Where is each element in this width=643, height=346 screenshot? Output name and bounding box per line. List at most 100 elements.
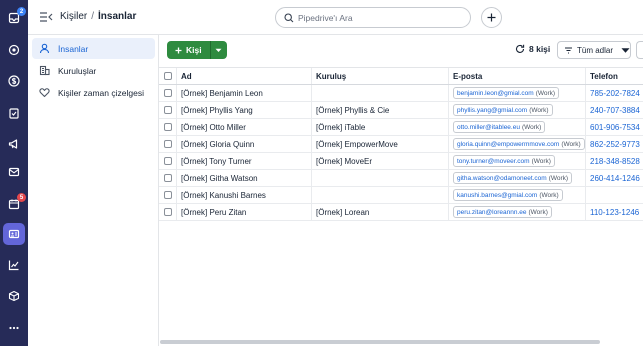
breadcrumb-parent[interactable]: Kişiler (60, 11, 87, 22)
person-name[interactable]: [Örnek] Phyllis Yang (177, 102, 312, 118)
phone-number[interactable]: 240-707-3884 (590, 106, 640, 115)
row-checkbox[interactable] (163, 174, 172, 182)
clipboard-icon (9, 108, 19, 119)
rail-mail[interactable] (0, 160, 28, 184)
organization-name[interactable] (312, 85, 449, 101)
email-type-label: (Work) (535, 89, 556, 97)
filter-lines-icon (564, 46, 572, 54)
plus-icon (175, 47, 182, 53)
email-chip[interactable]: otto.miller@itablee.eu (Work) (453, 121, 546, 133)
person-name[interactable]: [Örnek] Kanushi Barnes (177, 187, 312, 203)
organization-name[interactable]: [Örnek] Lorean (312, 204, 449, 220)
table-row[interactable]: [Örnek] Tony Turner [Örnek] MoveEr tony.tu… (159, 153, 643, 170)
email-type-label: (Work) (531, 157, 551, 165)
phone-cell: 601-906-7534 (586, 119, 643, 135)
organization-name[interactable]: [Örnek] MoveEr (312, 153, 449, 169)
quick-add-button[interactable] (481, 7, 502, 28)
megaphone-icon (8, 139, 18, 149)
people-table: Ad Kuruluş E-posta Telefon [Örnek] Benja… (159, 67, 643, 221)
rail-money[interactable] (0, 69, 28, 93)
record-count: 8 kişi (515, 44, 550, 54)
table-row[interactable]: [Örnek] Kanushi Barnes kanushi.barnes@gmi… (159, 187, 643, 204)
rail-products[interactable] (0, 284, 28, 308)
table-row[interactable]: [Örnek] Phyllis Yang [Örnek] Phyllis & Ci… (159, 102, 643, 119)
column-header-organization[interactable]: Kuruluş (312, 68, 449, 84)
rail-more[interactable] (0, 316, 28, 340)
phone-number[interactable]: 862-252-9773 (590, 140, 640, 149)
sidebar-item-organizations[interactable]: Kuruluşlar (32, 60, 155, 81)
organization-name[interactable] (312, 170, 449, 186)
email-cell: gloria.quinn@empowermmove.com (Work) (449, 136, 586, 152)
row-checkbox[interactable] (163, 123, 172, 131)
rail-leads[interactable]: 2 (0, 6, 28, 30)
email-chip[interactable]: kanushi.barnes@gmial.com (Work) (453, 189, 563, 201)
filter-dropdown[interactable]: Tüm adlar (557, 41, 631, 59)
target-icon (8, 44, 20, 56)
phone-cell: 218-348-8528 (586, 153, 643, 169)
email-chip[interactable]: benjamin.leon@gmial.com (Work) (453, 87, 560, 99)
collapse-menu-icon[interactable] (39, 11, 53, 23)
email-chip[interactable]: phyllis.yang@gmial.com (Work) (453, 104, 553, 116)
email-address: peru.zitan@loreannn.ee (457, 208, 527, 216)
rail-campaigns[interactable] (0, 132, 28, 156)
person-name[interactable]: [Örnek] Gloria Quinn (177, 136, 312, 152)
row-checkbox[interactable] (163, 89, 172, 97)
rail-contacts[interactable] (0, 222, 28, 246)
rail-insights[interactable] (0, 253, 28, 277)
phone-number[interactable]: 110-123-1246 (590, 208, 639, 217)
add-person-label: Kişi (186, 45, 202, 55)
organization-name[interactable] (312, 187, 449, 203)
activities-badge: 5 (17, 193, 26, 202)
filter-label: Tüm adlar (576, 45, 613, 55)
row-checkbox[interactable] (163, 191, 172, 199)
phone-number[interactable]: 601-906-7534 (590, 123, 640, 132)
select-all-checkbox[interactable] (163, 72, 172, 80)
rail-tasks[interactable] (0, 101, 28, 125)
table-row[interactable]: [Örnek] Peru Zitan [Örnek] Lorean peru.zit… (159, 204, 643, 221)
email-address: phyllis.yang@gmial.com (457, 106, 528, 114)
email-chip[interactable]: gloria.quinn@empowermmove.com (Work) (453, 138, 585, 150)
table-row[interactable]: [Örnek] Gloria Quinn [Örnek] EmpowerMove g… (159, 136, 643, 153)
email-chip[interactable]: peru.zitan@loreannn.ee (Work) (453, 206, 552, 218)
row-checkbox[interactable] (163, 157, 172, 165)
rail-deals[interactable] (0, 38, 28, 62)
sidebar-item-people[interactable]: İnsanlar (32, 38, 155, 59)
search-icon (284, 12, 294, 22)
sidebar-item-timeline[interactable]: Kişiler zaman çizelgesi (32, 82, 155, 103)
chevron-down-icon (215, 48, 222, 52)
row-checkbox[interactable] (163, 140, 172, 148)
organization-name[interactable]: [Örnek] Phyllis & Cie (312, 102, 449, 118)
table-row[interactable]: [Örnek] Otto Miller [Örnek] iTable otto.mi… (159, 119, 643, 136)
organization-name[interactable]: [Örnek] EmpowerMove (312, 136, 449, 152)
email-chip[interactable]: githa.watson@odamoneet.com (Work) (453, 172, 573, 184)
person-name[interactable]: [Örnek] Peru Zitan (177, 204, 312, 220)
row-select-cell (159, 119, 177, 135)
search-box[interactable] (275, 7, 471, 28)
email-type-label: (Work) (528, 208, 548, 216)
person-name[interactable]: [Örnek] Otto Miller (177, 119, 312, 135)
row-checkbox[interactable] (163, 208, 172, 216)
row-checkbox[interactable] (163, 106, 172, 114)
more-actions-button[interactable] (636, 41, 643, 59)
phone-number[interactable]: 218-348-8528 (590, 157, 640, 166)
organization-name[interactable]: [Örnek] iTable (312, 119, 449, 135)
phone-number[interactable]: 260-414-1246 (590, 174, 640, 183)
search-input[interactable] (298, 12, 458, 23)
add-options-dropdown[interactable] (209, 41, 227, 59)
person-name[interactable]: [Örnek] Tony Turner (177, 153, 312, 169)
person-name[interactable]: [Örnek] Githa Watson (177, 170, 312, 186)
horizontal-scrollbar[interactable] (160, 340, 600, 344)
email-type-label: (Work) (561, 140, 581, 148)
phone-number[interactable]: 785-202-7824 (590, 89, 640, 98)
column-header-name[interactable]: Ad (177, 68, 312, 84)
person-name[interactable]: [Örnek] Benjamin Leon (177, 85, 312, 101)
email-type-label: (Work) (521, 123, 542, 131)
add-person-button[interactable]: Kişi (167, 41, 210, 59)
email-chip[interactable]: tony.turner@moveer.com (Work) (453, 155, 555, 167)
refresh-icon[interactable] (515, 44, 525, 54)
table-row[interactable]: [Örnek] Benjamin Leon benjamin.leon@gmial… (159, 85, 643, 102)
column-header-email[interactable]: E-posta (449, 68, 586, 84)
column-header-phone[interactable]: Telefon (586, 68, 643, 84)
rail-activities[interactable]: 5 (0, 192, 28, 216)
table-row[interactable]: [Örnek] Githa Watson githa.watson@odamone… (159, 170, 643, 187)
